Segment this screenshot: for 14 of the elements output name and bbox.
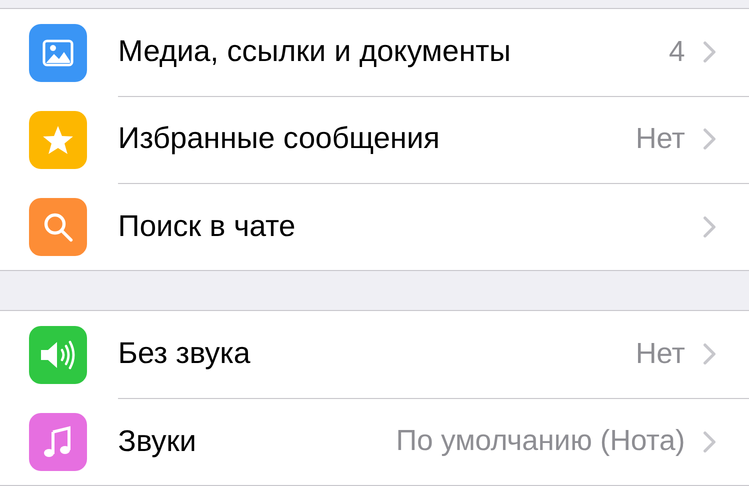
chevron-icon	[703, 216, 716, 238]
row-value: Нет	[636, 338, 685, 370]
row-label: Без звука	[118, 337, 252, 371]
chevron-icon	[703, 128, 716, 150]
row-label: Медиа, ссылки и документы	[118, 35, 512, 69]
chevron-icon	[703, 430, 716, 452]
row-label: Избранные сообщения	[118, 122, 441, 156]
row-value: По умолчанию (Нота)	[396, 425, 685, 458]
row-value: Нет	[636, 122, 685, 156]
row-label: Поиск в чате	[118, 210, 296, 244]
row-label: Звуки	[118, 424, 198, 458]
chevron-icon	[703, 41, 716, 63]
row-value: 4	[668, 36, 685, 68]
chevron-icon	[703, 343, 716, 365]
